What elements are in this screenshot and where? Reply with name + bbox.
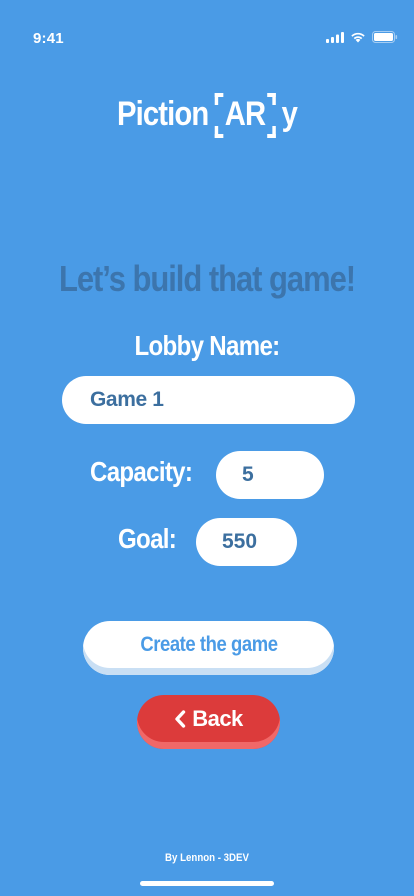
capacity-input[interactable] [216, 451, 324, 499]
bracket-bottom-right [266, 126, 276, 138]
page-title: Let’s build that game! [58, 258, 356, 299]
home-indicator[interactable] [140, 881, 274, 886]
logo-bracketed: AR [214, 93, 276, 138]
footer-credit: By Lennon - 3DEV [165, 852, 249, 864]
status-icons [326, 31, 398, 43]
back-button[interactable]: Back [137, 695, 280, 749]
lobby-name-label: Lobby Name: [134, 330, 281, 361]
cellular-signal-icon [326, 31, 344, 43]
create-game-label: Create the game [139, 633, 278, 656]
logo-prefix: Piction [116, 95, 209, 133]
battery-icon [372, 31, 398, 43]
logo-suffix: y [281, 95, 298, 133]
wifi-icon [351, 32, 365, 43]
goal-label: Goal: [118, 523, 177, 554]
create-game-button[interactable]: Create the game [83, 621, 334, 675]
logo-ar-text: AR [224, 95, 266, 133]
lobby-name-input[interactable] [62, 376, 355, 424]
app-logo: Piction AR y [29, 93, 385, 138]
bracket-bottom-left [214, 126, 224, 138]
bracket-top-left [214, 93, 224, 105]
bracket-top-right [266, 93, 276, 105]
capacity-label: Capacity: [90, 456, 193, 487]
status-bar: 9:41 [0, 0, 414, 60]
goal-input[interactable] [196, 518, 297, 566]
status-time: 9:41 [33, 30, 64, 47]
chevron-left-icon [175, 710, 186, 728]
back-label: Back [192, 706, 243, 731]
